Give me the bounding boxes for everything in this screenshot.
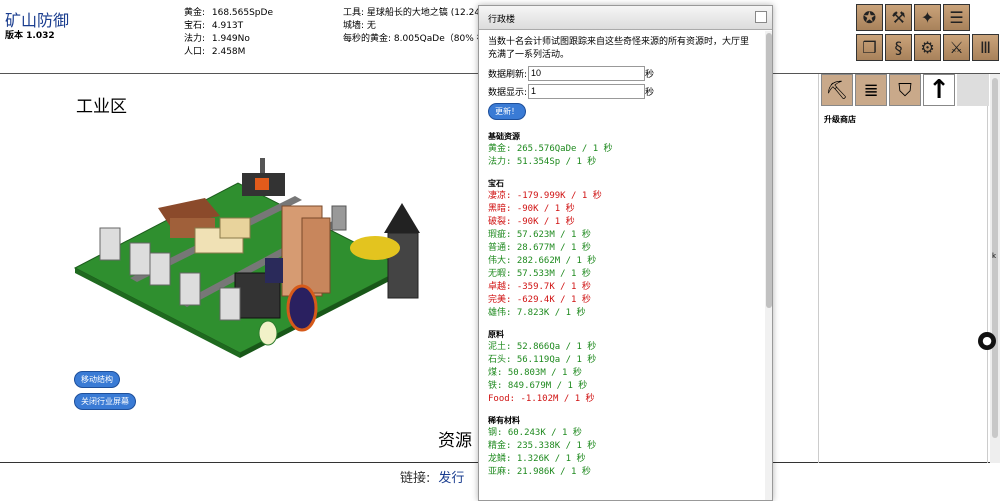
side-label: k xyxy=(992,252,997,260)
resource-group-title: 宝石 xyxy=(488,179,504,188)
footer-links: 链接: 发行 xyxy=(400,467,464,486)
equipment-stats: 工具: 星球船长的大地之镐 (12.249G 城墙: 无 每秒的黄金: 8.00… xyxy=(343,7,478,46)
wand-icon[interactable]: ✦ xyxy=(914,4,941,31)
resource-rate-line: 铁: 849.679M / 1 秒 xyxy=(488,381,588,391)
egg-statue[interactable] xyxy=(258,320,278,346)
book-icon[interactable]: ❒ xyxy=(856,34,883,61)
display-input[interactable] xyxy=(528,83,646,99)
dialog-scrollbar[interactable] xyxy=(765,31,772,500)
resource-stats: 黄金: 168.565SpDe 宝石: 4.913T 法力: 1.949No 人… xyxy=(184,7,273,59)
dialog-description: 当数十名会计师试图跟踪来自这些奇怪来源的所有资源时，大厅里充满了一系列活动。 xyxy=(488,37,750,60)
resource-rate-line: 破裂: -90K / 1 秒 xyxy=(488,217,575,227)
stat-gold-per-second: 每秒的黄金: 8.005QaDe（80% 被 xyxy=(343,34,478,44)
admin-building-dialog: 行政楼 当数十名会计师试图跟踪来自这些奇怪来源的所有资源时，大厅里充满了一系列活… xyxy=(478,5,773,501)
portal[interactable] xyxy=(286,284,318,332)
resource-rate-line: 雄伟: 7.823K / 1 秒 xyxy=(488,308,586,318)
shield-icon[interactable]: ⛉ xyxy=(889,74,921,106)
display-unit: 秒 xyxy=(645,87,655,98)
close-icon[interactable] xyxy=(755,11,767,23)
resource-rate-line: 煤: 50.803M / 1 秒 xyxy=(488,368,582,378)
resource-rate-line: 泥土: 52.866Qa / 1 秒 xyxy=(488,342,597,352)
refresh-row: 数据刷新: 秒 xyxy=(488,64,757,82)
resource-rate-line: Food: -1.102M / 1 秒 xyxy=(488,394,595,404)
stat-population: 人口: 2.458M xyxy=(184,47,246,57)
resource-rate-line: 凄凉: -179.999K / 1 秒 xyxy=(488,191,602,201)
display-row: 数据显示: 秒 xyxy=(488,82,757,100)
dialog-titlebar[interactable]: 行政楼 xyxy=(479,6,772,30)
empty-tab xyxy=(957,74,989,106)
release-link[interactable]: 发行 xyxy=(438,471,464,486)
up-arrow-icon[interactable]: ↑ xyxy=(923,74,955,106)
stat-wall: 城墙: 无 xyxy=(343,21,376,31)
refresh-unit: 秒 xyxy=(645,69,655,80)
dialog-content: 当数十名会计师试图跟踪来自这些奇怪来源的所有资源时，大厅里充满了一系列活动。 数… xyxy=(479,31,766,500)
game-version: 版本 1.032 xyxy=(5,31,55,41)
links-label: 链接: xyxy=(400,471,431,486)
upgrade-shop-panel: ⛏ ≣ ⛉ ↑ 升级商店 xyxy=(818,74,989,463)
display-label: 数据显示: xyxy=(488,87,528,98)
resource-rate-line: 龙鳞: 1.326K / 1 秒 xyxy=(488,454,586,464)
resource-rate-line: 精金: 235.338K / 1 秒 xyxy=(488,441,597,451)
pickaxe-icon[interactable]: ⛏ xyxy=(821,74,853,106)
close-industry-button[interactable]: 关闭行业屏幕 xyxy=(74,393,136,410)
refresh-label: 数据刷新: xyxy=(488,69,528,80)
resource-rate-line: 钢: 60.243K / 1 秒 xyxy=(488,428,582,438)
move-structure-button[interactable]: 移动结构 xyxy=(74,371,120,388)
refresh-input[interactable] xyxy=(528,65,646,81)
resource-rate-line: 石头: 56.119Qa / 1 秒 xyxy=(488,355,597,365)
resource-rate-line: 卓越: -359.7K / 1 秒 xyxy=(488,282,591,292)
resource-rate-line: 普通: 28.677M / 1 秒 xyxy=(488,243,591,253)
github-icon[interactable]: ● xyxy=(978,332,996,350)
resource-rate-line: 亚麻: 21.986K / 1 秒 xyxy=(488,467,591,477)
resource-rate-line: 无暇: 57.533M / 1 秒 xyxy=(488,269,591,279)
dialog-scrollbar-thumb[interactable] xyxy=(766,33,772,308)
dialog-title: 行政楼 xyxy=(488,15,516,25)
resource-rate-line: 黄金: 265.576QaDe / 1 秒 xyxy=(488,144,613,154)
seal-icon[interactable]: ✪ xyxy=(856,4,883,31)
resource-group-title: 基础资源 xyxy=(488,132,520,141)
resource-rate-line: 瑕疵: 57.623M / 1 秒 xyxy=(488,230,591,240)
stat-gold: 黄金: 168.565SpDe xyxy=(184,8,273,18)
stat-tool: 工具: 星球船长的大地之镐 (12.249G xyxy=(343,8,478,18)
stack-icon[interactable]: ☰ xyxy=(943,4,970,31)
factory-building[interactable] xyxy=(242,158,285,196)
resource-heading: 资源 xyxy=(438,431,472,451)
resource-group-title: 稀有材料 xyxy=(488,416,520,425)
stat-gems: 宝石: 4.913T xyxy=(184,21,244,31)
anvil-icon[interactable]: ⚒ xyxy=(885,4,912,31)
resource-rate-line: 黑暗: -90K / 1 秒 xyxy=(488,204,575,214)
dragon-icon[interactable]: § xyxy=(885,34,912,61)
gear-icon[interactable]: ⚙ xyxy=(914,34,941,61)
shop-title: 升级商店 xyxy=(824,115,856,124)
resource-rate-line: 完美: -629.4K / 1 秒 xyxy=(488,295,591,305)
map-ground xyxy=(73,182,407,354)
scroll-icon[interactable]: ≣ xyxy=(855,74,887,106)
page-scrollbar[interactable] xyxy=(990,74,1000,463)
stat-mana: 法力: 1.949No xyxy=(184,34,250,44)
resource-group-title: 原料 xyxy=(488,330,504,339)
resource-groups: 基础资源黄金: 265.576QaDe / 1 秒法力: 51.354Sp / … xyxy=(488,131,757,479)
gold-pile[interactable] xyxy=(350,236,400,260)
resource-rate-line: 伟大: 282.662M / 1 秒 xyxy=(488,256,597,266)
industry-map[interactable] xyxy=(70,78,470,368)
office-tower[interactable] xyxy=(281,205,331,297)
resource-rate-line: 法力: 51.354Sp / 1 秒 xyxy=(488,157,597,167)
update-button[interactable]: 更新！ xyxy=(488,103,526,120)
columns-icon[interactable]: Ⅲ xyxy=(972,34,999,61)
swords-icon[interactable]: ⚔ xyxy=(943,34,970,61)
gravestone[interactable] xyxy=(331,205,347,231)
